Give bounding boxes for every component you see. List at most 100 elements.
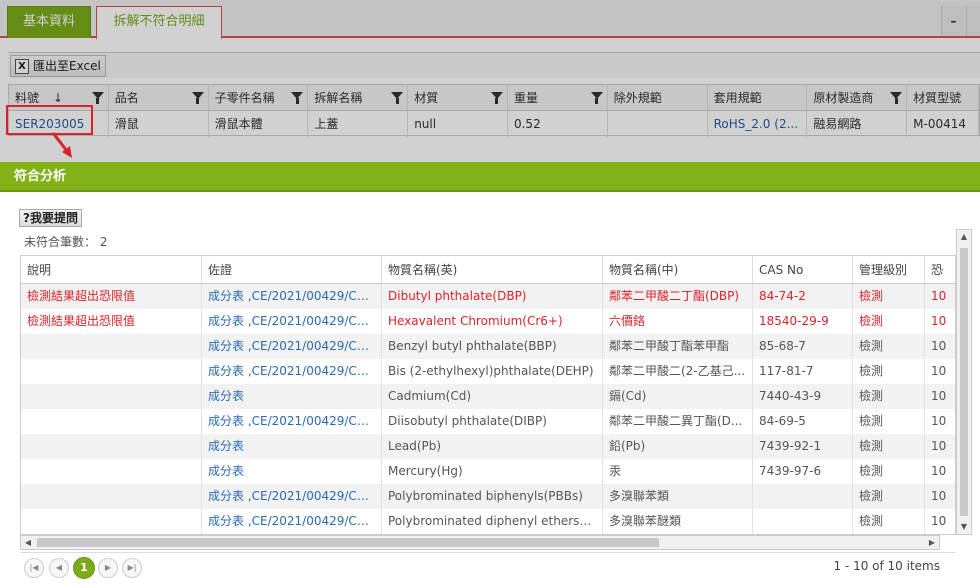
horizontal-scrollbar[interactable]: ◀ ▶ bbox=[20, 535, 940, 550]
next-page-icon[interactable]: ▶ bbox=[98, 558, 118, 578]
cell-substance-zh: 多溴聯苯醚類 bbox=[603, 509, 753, 534]
cell-threshold: 10 bbox=[925, 334, 955, 359]
cell-substance-zh: 鄰苯二甲酸二異丁酯(D... bbox=[603, 409, 753, 434]
cell-substance-en: Benzyl butyl phthalate(BBP) bbox=[382, 334, 603, 359]
cell-cas-no: 84-69-5 bbox=[753, 409, 853, 434]
dialog-title: 符合分析 bbox=[0, 162, 980, 192]
col-cas-no[interactable]: CAS No bbox=[753, 256, 853, 283]
cell-threshold: 10 bbox=[925, 309, 955, 334]
scroll-left-icon[interactable]: ◀ bbox=[21, 536, 35, 549]
col-description[interactable]: 說明 bbox=[21, 256, 202, 283]
cell-substance-en: Polybrominated diphenyl ethers(PB... bbox=[382, 509, 603, 534]
col-substance-en[interactable]: 物質名稱(英) bbox=[382, 256, 603, 283]
cell-control-level: 檢測 bbox=[853, 359, 925, 384]
cell-cas-no: 18540-29-9 bbox=[753, 309, 853, 334]
cell-cas-no: 7439-97-6 bbox=[753, 459, 853, 484]
cell-evidence[interactable]: 成分表 ,CE/2021/00429/Cover bbox=[202, 484, 382, 509]
first-page-icon[interactable]: |◀ bbox=[24, 558, 44, 578]
cell-control-level: 檢測 bbox=[853, 509, 925, 534]
col-evidence[interactable]: 佐證 bbox=[202, 256, 382, 283]
cell-cas-no: 84-74-2 bbox=[753, 284, 853, 309]
table-row[interactable]: 成分表 Cadmium(Cd) 鎘(Cd) 7440-43-9 檢測 10 bbox=[21, 384, 955, 409]
vertical-scrollbar[interactable]: ▲ ▼ bbox=[956, 229, 972, 535]
modal-overlay bbox=[0, 0, 980, 162]
substance-grid: 說明 佐證 物質名稱(英) 物質名稱(中) CAS No 管理級別 恐 檢測結果… bbox=[20, 255, 956, 535]
cell-substance-zh: 鄰苯二甲酸二(2-乙基己... bbox=[603, 359, 753, 384]
cell-evidence[interactable]: 成分表 ,CE/2021/00429/Cover bbox=[202, 334, 382, 359]
cell-description bbox=[21, 334, 202, 359]
table-row[interactable]: 檢測結果超出恐限值 成分表 ,CE/2021/00429/Cover Hexaval… bbox=[21, 309, 955, 334]
cell-description bbox=[21, 484, 202, 509]
cell-control-level: 檢測 bbox=[853, 284, 925, 309]
cell-threshold: 10 bbox=[925, 359, 955, 384]
substance-grid-body: 檢測結果超出恐限值 成分表 ,CE/2021/00429/Cover Dibutyl… bbox=[21, 284, 955, 534]
cell-evidence[interactable]: 成分表 ,CE/2021/00429/Cover bbox=[202, 359, 382, 384]
cell-substance-zh: 鄰苯二甲酸丁酯苯甲酯 bbox=[603, 334, 753, 359]
cell-control-level: 檢測 bbox=[853, 384, 925, 409]
table-row[interactable]: 成分表 ,CE/2021/00429/Cover Diisobutyl phtha… bbox=[21, 409, 955, 434]
cell-cas-no bbox=[753, 509, 853, 534]
last-page-icon[interactable]: ▶| bbox=[122, 558, 142, 578]
cell-description bbox=[21, 359, 202, 384]
scroll-thumb[interactable] bbox=[37, 538, 659, 547]
cell-substance-zh: 鉛(Pb) bbox=[603, 434, 753, 459]
noncompliance-count: 未符合筆數： 2 bbox=[24, 235, 108, 249]
cell-substance-en: Cadmium(Cd) bbox=[382, 384, 603, 409]
table-row[interactable]: 成分表 Mercury(Hg) 汞 7439-97-6 檢測 10 bbox=[21, 459, 955, 484]
cell-substance-en: Mercury(Hg) bbox=[382, 459, 603, 484]
cell-threshold: 10 bbox=[925, 409, 955, 434]
cell-substance-en: Diisobutyl phthalate(DIBP) bbox=[382, 409, 603, 434]
cell-threshold: 10 bbox=[925, 459, 955, 484]
pager-info: 1 - 10 of 10 items bbox=[833, 559, 940, 573]
cell-evidence[interactable]: 成分表 ,CE/2021/00429/Cover bbox=[202, 284, 382, 309]
compliance-analysis-dialog: 符合分析 ?我要提問 未符合筆數： 2 說明 佐證 物質名稱(英) 物質名稱(中… bbox=[0, 162, 980, 588]
cell-substance-en: Polybrominated biphenyls(PBBs) bbox=[382, 484, 603, 509]
current-page-button[interactable]: 1 bbox=[73, 557, 95, 579]
ask-question-button[interactable]: ?我要提問 bbox=[19, 209, 82, 227]
table-row[interactable]: 成分表 ,CE/2021/00429/Cover Polybrominated b… bbox=[21, 484, 955, 509]
cell-cas-no: 117-81-7 bbox=[753, 359, 853, 384]
annotation-arrow-icon bbox=[51, 132, 72, 158]
cell-control-level: 檢測 bbox=[853, 434, 925, 459]
cell-substance-en: Lead(Pb) bbox=[382, 434, 603, 459]
cell-evidence[interactable]: 成分表 bbox=[202, 434, 382, 459]
cell-control-level: 檢測 bbox=[853, 334, 925, 359]
table-row[interactable]: 成分表 ,CE/2021/00429/Cover Benzyl butyl pht… bbox=[21, 334, 955, 359]
cell-description bbox=[21, 384, 202, 409]
col-threshold[interactable]: 恐 bbox=[925, 256, 955, 283]
cell-substance-zh: 多溴聯苯類 bbox=[603, 484, 753, 509]
cell-description bbox=[21, 509, 202, 534]
cell-cas-no: 7439-92-1 bbox=[753, 434, 853, 459]
table-row[interactable]: 檢測結果超出恐限值 成分表 ,CE/2021/00429/Cover Dibutyl… bbox=[21, 284, 955, 309]
cell-substance-zh: 汞 bbox=[603, 459, 753, 484]
cell-control-level: 檢測 bbox=[853, 409, 925, 434]
cell-substance-en: Dibutyl phthalate(DBP) bbox=[382, 284, 603, 309]
scroll-up-icon[interactable]: ▲ bbox=[957, 230, 971, 244]
cell-evidence[interactable]: 成分表 ,CE/2021/00429/Cover bbox=[202, 309, 382, 334]
table-row[interactable]: 成分表 ,CE/2021/00429/Cover Bis (2-ethylhexy… bbox=[21, 359, 955, 384]
cell-description bbox=[21, 409, 202, 434]
cell-substance-zh: 鄰苯二甲酸二丁酯(DBP) bbox=[603, 284, 753, 309]
scroll-thumb[interactable] bbox=[960, 248, 968, 516]
cell-evidence[interactable]: 成分表 ,CE/2021/00429/Cover bbox=[202, 409, 382, 434]
cell-evidence[interactable]: 成分表 bbox=[202, 459, 382, 484]
cell-threshold: 10 bbox=[925, 434, 955, 459]
cell-evidence[interactable]: 成分表 ,CE/2021/00429/Cover bbox=[202, 509, 382, 534]
table-row[interactable]: 成分表 Lead(Pb) 鉛(Pb) 7439-92-1 檢測 10 bbox=[21, 434, 955, 459]
col-control-level[interactable]: 管理級別 bbox=[853, 256, 925, 283]
scroll-right-icon[interactable]: ▶ bbox=[925, 536, 939, 549]
cell-substance-en: Hexavalent Chromium(Cr6+) bbox=[382, 309, 603, 334]
cell-threshold: 10 bbox=[925, 284, 955, 309]
cell-substance-zh: 六價鉻 bbox=[603, 309, 753, 334]
substance-grid-header: 說明 佐證 物質名稱(英) 物質名稱(中) CAS No 管理級別 恐 bbox=[21, 256, 955, 284]
cell-cas-no: 7440-43-9 bbox=[753, 384, 853, 409]
cell-control-level: 檢測 bbox=[853, 309, 925, 334]
pager: |◀ ◀ 1 ▶ ▶| 1 - 10 of 10 items bbox=[20, 552, 956, 580]
cell-evidence[interactable]: 成分表 bbox=[202, 384, 382, 409]
table-row[interactable]: 成分表 ,CE/2021/00429/Cover Polybrominated d… bbox=[21, 509, 955, 534]
col-substance-zh[interactable]: 物質名稱(中) bbox=[603, 256, 753, 283]
prev-page-icon[interactable]: ◀ bbox=[49, 558, 69, 578]
scroll-down-icon[interactable]: ▼ bbox=[957, 520, 971, 534]
cell-description: 檢測結果超出恐限值 bbox=[21, 309, 202, 334]
cell-description bbox=[21, 434, 202, 459]
